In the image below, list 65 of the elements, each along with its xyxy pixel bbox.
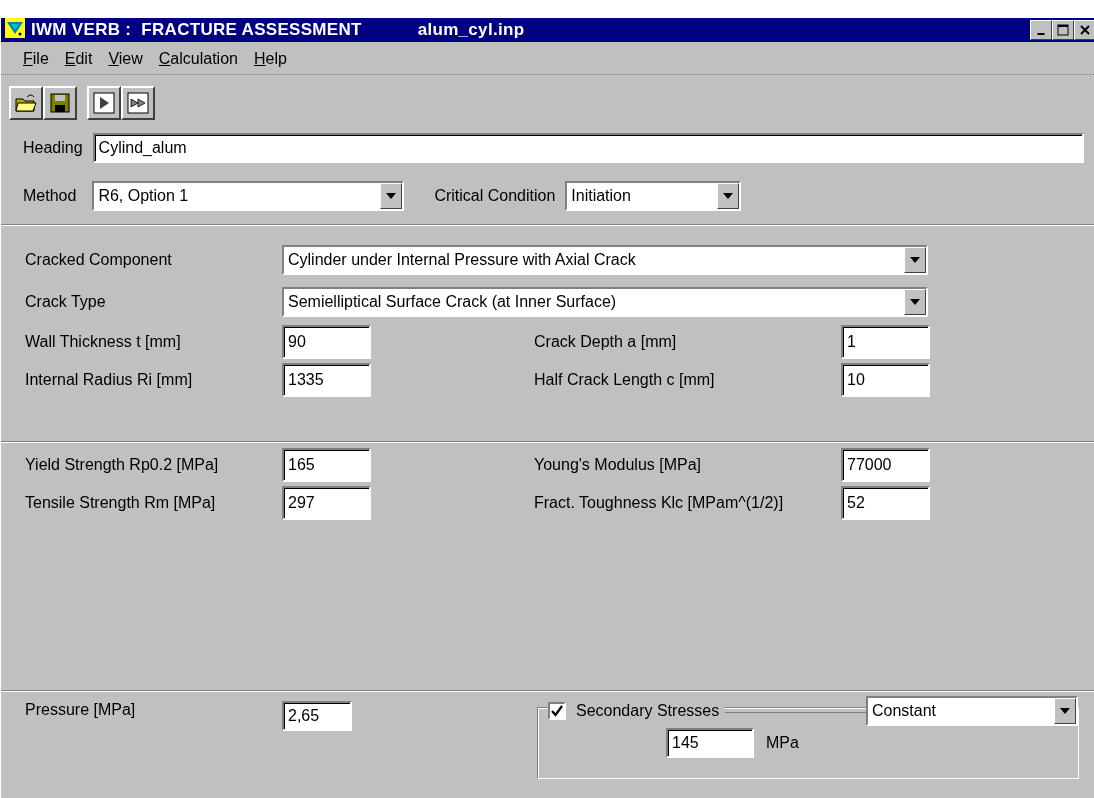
file-name: alum_cyl.inp xyxy=(417,20,526,40)
menu-item[interactable]: Calculation xyxy=(150,48,246,70)
input-field[interactable]: 165 xyxy=(282,448,371,482)
caret-icon xyxy=(910,299,920,305)
field-label: Internal Radius Ri [mm] xyxy=(25,371,194,389)
close-button[interactable] xyxy=(1074,20,1094,40)
menu-item[interactable]: Edit xyxy=(56,48,101,70)
minimize-button[interactable] xyxy=(1030,20,1052,40)
crack-type-dropdown[interactable]: Semielliptical Surface Crack (at Inner Surface) xyxy=(282,287,928,317)
input-field[interactable]: 1 xyxy=(841,325,930,359)
field-label: Fract. Toughness Klc [MPam^(1/2)] xyxy=(534,494,785,512)
maximize-button[interactable] xyxy=(1052,20,1074,40)
fast-forward-icon xyxy=(126,91,150,115)
toolbar-button[interactable] xyxy=(121,86,155,120)
method-dropdown[interactable]: R6, Option 1 xyxy=(92,181,405,211)
field-label: Heading xyxy=(22,139,84,157)
field-label: Wall Thickness t [mm] xyxy=(25,333,182,351)
checkbox[interactable] xyxy=(548,702,566,720)
menu-item[interactable]: Help xyxy=(245,48,295,70)
caret-icon xyxy=(1060,708,1070,714)
menu-item[interactable]: View xyxy=(100,48,151,70)
field-label: Pressure [MPa] xyxy=(25,701,137,720)
unit-label: MPa xyxy=(766,734,799,752)
close-icon xyxy=(1078,23,1092,37)
field-label: Yield Strength Rp0.2 [MPa] xyxy=(25,456,220,474)
field-label: Half Crack Length c [mm] xyxy=(534,371,716,389)
check-icon xyxy=(551,705,563,717)
field-label: Critical Condition xyxy=(433,187,557,205)
input-field[interactable]: 90 xyxy=(282,325,371,359)
dropdown-button[interactable] xyxy=(904,247,926,273)
dropdown-button[interactable] xyxy=(904,289,926,315)
field-label: Cracked Component xyxy=(25,251,173,269)
maximize-icon xyxy=(1056,23,1070,37)
field-label: Young's Modulus [MPa] xyxy=(534,456,702,474)
caret-icon xyxy=(386,193,397,199)
toolbar-button[interactable] xyxy=(87,86,121,120)
caret-icon xyxy=(723,193,734,199)
minimize-icon xyxy=(1037,33,1045,35)
toolbar-button[interactable] xyxy=(9,86,43,120)
checkbox-label: Secondary Stresses xyxy=(566,702,726,720)
menu-item[interactable]: File xyxy=(15,48,57,70)
dropdown-button[interactable] xyxy=(380,183,403,209)
component-dropdown[interactable]: Cylinder under Internal Pressure with Axial Crack xyxy=(282,245,928,275)
stress-mode-dropdown[interactable]: Constant xyxy=(866,696,1078,726)
pressure-field[interactable]: 2,65 xyxy=(282,701,352,731)
play-icon xyxy=(92,91,116,115)
window-title: IWM VERB : FRACTURE ASSESSMENT xyxy=(31,20,362,40)
field-label: Method xyxy=(22,187,78,205)
caret-icon xyxy=(910,257,920,263)
condition-dropdown[interactable]: Initiation xyxy=(565,181,742,211)
toolbar-button[interactable] xyxy=(43,86,77,120)
input-field[interactable]: 1335 xyxy=(282,363,371,397)
dropdown-button[interactable] xyxy=(717,183,740,209)
input-field[interactable]: 77000 xyxy=(841,448,930,482)
input-field[interactable]: 10 xyxy=(841,363,930,397)
heading-field[interactable]: Cylind_alum xyxy=(92,133,1084,163)
input-field[interactable]: 297 xyxy=(282,486,371,520)
field-label: Crack Type xyxy=(25,293,107,311)
stress-field[interactable]: 145 xyxy=(666,728,754,758)
input-field[interactable]: 52 xyxy=(841,486,930,520)
save-icon xyxy=(48,91,72,115)
field-label: Crack Depth a [mm] xyxy=(534,333,678,351)
dropdown-button[interactable] xyxy=(1054,698,1076,724)
field-label: Tensile Strength Rm [MPa] xyxy=(25,494,217,512)
open-folder-icon xyxy=(14,91,38,115)
